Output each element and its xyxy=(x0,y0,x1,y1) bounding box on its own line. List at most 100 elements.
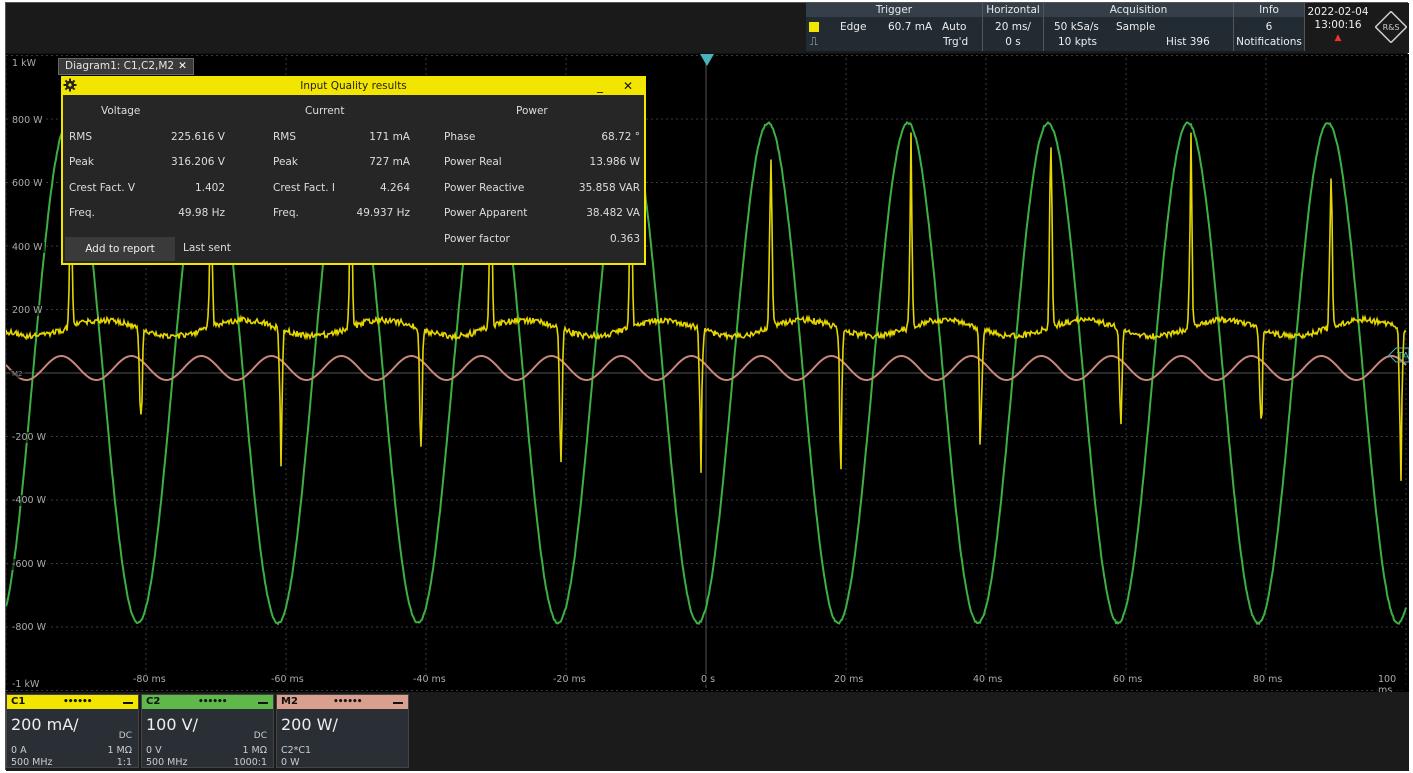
gear-icon[interactable] xyxy=(63,78,77,92)
current-row-value: 171 mA xyxy=(369,131,410,143)
power-row-label: Phase xyxy=(444,131,475,143)
waveform-diagram[interactable]: TA 1 kW 800 W 600 W 400 W 200 W M2 -200 W -400 … xyxy=(6,54,1409,692)
y-tick-label: 400 W xyxy=(10,242,45,253)
network-icon: ▲ xyxy=(1305,32,1371,45)
diagram-tab-label: Diagram1: C1,C2,M2 xyxy=(65,60,174,72)
history-count: Hist 396 xyxy=(1166,36,1210,48)
current-header: Current xyxy=(305,105,344,117)
voltage-row-value: 225.616 V xyxy=(171,131,225,143)
record-length: 10 kpts xyxy=(1058,36,1097,48)
x-tick-label: -60 ms xyxy=(269,674,306,685)
impedance: 1 MΩ xyxy=(107,745,132,756)
power-row-label: Power Reactive xyxy=(444,182,524,194)
time-position: 0 s xyxy=(983,36,1043,48)
voltage-row-label: Peak xyxy=(69,156,94,168)
voltage-row-label: RMS xyxy=(69,131,92,143)
offset: 0 V xyxy=(146,745,162,756)
y-tick-label: -1 kW xyxy=(10,679,41,690)
close-icon[interactable]: ✕ xyxy=(178,60,187,72)
top-status-bar: Trigger ⎍ Edge 60.7 mA Auto Trg'd Horizo… xyxy=(6,3,1409,53)
input-quality-dialog[interactable]: Input Quality results _ ✕ Voltage Curren… xyxy=(61,76,646,265)
ta-marker-label: TA xyxy=(1396,351,1409,362)
x-tick-label: -80 ms xyxy=(131,674,168,685)
coupling: DC xyxy=(254,731,267,741)
current-row-value: 49.937 Hz xyxy=(357,207,410,219)
notification-count: 6 xyxy=(1234,21,1304,33)
acquisition-mode: Sample xyxy=(1116,21,1155,33)
x-tick-label: 0 s xyxy=(699,674,717,685)
voltage-header: Voltage xyxy=(101,105,140,117)
time: 13:00:16 xyxy=(1305,19,1371,32)
trigger-mode: Auto xyxy=(942,21,966,33)
grip-icon: •••••• xyxy=(198,695,227,709)
channel-c2-box[interactable]: C2 •••••• 100 V/ DC 0 V 1 MΩ 500 MHz 100… xyxy=(141,694,274,768)
offset: 0 A xyxy=(11,745,27,756)
attenuation: 1000:1 xyxy=(234,757,267,768)
power-row-value: 68.72 ° xyxy=(601,131,640,143)
math-offset: 0 W xyxy=(281,757,299,768)
x-tick-label: 60 ms xyxy=(1111,674,1144,685)
y-tick-label: 200 W xyxy=(10,305,45,316)
dialog-title-bar[interactable]: Input Quality results _ ✕ xyxy=(63,78,644,95)
sample-rate: 50 kSa/s xyxy=(1054,21,1099,33)
oscilloscope-window: Trigger ⎍ Edge 60.7 mA Auto Trg'd Horizo… xyxy=(5,2,1408,770)
x-tick-label: 40 ms xyxy=(971,674,1004,685)
minimize-icon[interactable] xyxy=(393,702,403,704)
close-button[interactable]: ✕ xyxy=(621,78,635,95)
current-row-label: RMS xyxy=(273,131,296,143)
date-time: 2022-02-04 13:00:16 ▲ xyxy=(1305,6,1371,45)
info-header: Info xyxy=(1234,3,1304,17)
vertical-scale: 100 V/ xyxy=(146,715,198,734)
power-row-value: 0.363 xyxy=(610,233,640,245)
current-row-label: Freq. xyxy=(273,207,299,219)
current-row-label: Crest Fact. I xyxy=(273,182,335,194)
channel-bar: C1 •••••• 200 mA/ DC 0 A 1 MΩ 500 MHz 1:… xyxy=(6,692,1409,771)
x-tick-label: 20 ms xyxy=(832,674,865,685)
power-row-label: Power factor xyxy=(444,233,510,245)
vertical-scale: 200 W/ xyxy=(281,715,338,734)
minimize-button[interactable]: _ xyxy=(593,78,607,95)
diagram-tab[interactable]: Diagram1: C1,C2,M2 ✕ xyxy=(58,58,194,75)
horizontal-panel[interactable]: Horizontal 20 ms/ 0 s xyxy=(983,3,1043,51)
trigger-level: 60.7 mA xyxy=(888,21,932,33)
rohde-schwarz-logo[interactable]: R&S xyxy=(1375,11,1407,43)
y-tick-label: 1 kW xyxy=(10,58,38,69)
coupling: DC xyxy=(119,731,132,741)
impedance: 1 MΩ xyxy=(242,745,267,756)
acquisition-header: Acquisition xyxy=(1044,3,1233,17)
channel-c1-box[interactable]: C1 •••••• 200 mA/ DC 0 A 1 MΩ 500 MHz 1:… xyxy=(6,694,139,768)
bandwidth: 500 MHz xyxy=(11,757,52,768)
trigger-state: Trg'd xyxy=(943,36,968,48)
dialog-title: Input Quality results xyxy=(300,80,407,92)
voltage-row-value: 49.98 Hz xyxy=(178,207,225,219)
bandwidth: 500 MHz xyxy=(146,757,187,768)
trigger-header: Trigger xyxy=(806,3,982,17)
voltage-row-value: 316.206 V xyxy=(171,156,225,168)
power-row-label: Power Real xyxy=(444,156,502,168)
grip-icon: •••••• xyxy=(333,695,362,709)
trigger-panel[interactable]: Trigger ⎍ Edge 60.7 mA Auto Trg'd xyxy=(806,3,982,51)
y-tick-label: 600 W xyxy=(10,178,45,189)
voltage-row-label: Freq. xyxy=(69,207,95,219)
y-tick-label: -400 W xyxy=(10,495,48,506)
power-row-value: 13.986 W xyxy=(590,156,640,168)
add-to-report-button[interactable]: Add to report xyxy=(65,237,175,261)
minimize-icon[interactable] xyxy=(123,702,133,704)
acquisition-panel[interactable]: Acquisition 50 kSa/s Sample 10 kpts Hist… xyxy=(1044,3,1233,51)
channel-m2-box[interactable]: M2 •••••• 200 W/ C2*C1 0 W xyxy=(276,694,409,768)
info-panel[interactable]: Info 6 Notifications xyxy=(1234,3,1304,51)
attenuation: 1:1 xyxy=(117,757,132,768)
channel-name: C2 xyxy=(146,696,160,707)
notifications-label: Notifications xyxy=(1234,36,1304,48)
grip-icon: •••••• xyxy=(63,695,92,709)
minimize-icon[interactable] xyxy=(258,702,268,704)
y-tick-label: -600 W xyxy=(10,559,48,570)
svg-text:R&S: R&S xyxy=(1383,23,1400,32)
y-tick-label: -200 W xyxy=(10,432,48,443)
trigger-position-marker[interactable] xyxy=(700,54,714,66)
trigger-source-icon xyxy=(809,22,819,32)
voltage-row-label: Crest Fact. V xyxy=(69,182,135,194)
last-sent-label: Last sent xyxy=(183,242,231,254)
trigger-type: Edge xyxy=(840,21,866,33)
current-row-label: Peak xyxy=(273,156,298,168)
